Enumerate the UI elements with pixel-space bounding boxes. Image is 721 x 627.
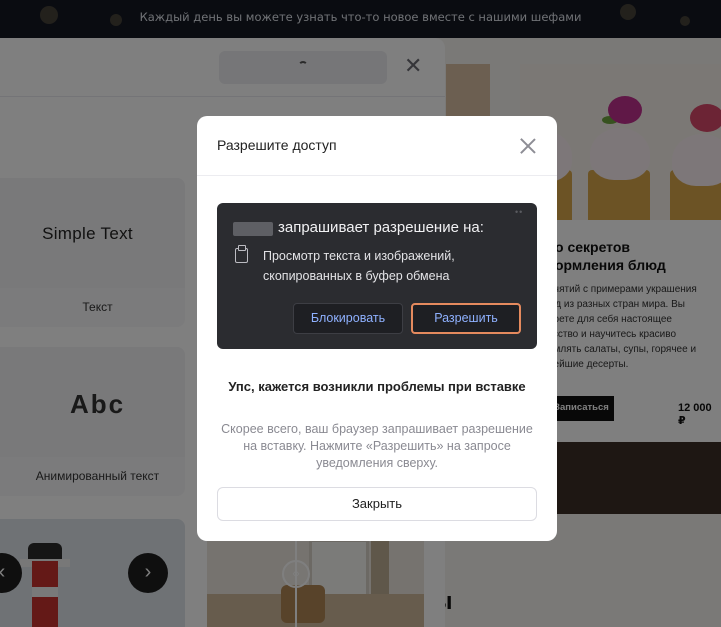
redacted-domain bbox=[233, 222, 273, 236]
allow-button[interactable]: Разрешить bbox=[411, 303, 521, 334]
block-button[interactable]: Блокировать bbox=[293, 303, 403, 334]
close-icon[interactable] bbox=[519, 137, 537, 155]
dialog-title: Разрешите доступ bbox=[217, 137, 337, 153]
more-icon: •• bbox=[515, 207, 524, 217]
clipboard-icon bbox=[235, 245, 248, 263]
divider bbox=[197, 175, 557, 176]
error-description: Скорее всего, ваш браузер запрашивает ра… bbox=[221, 422, 533, 470]
permission-dialog: Разрешите доступ •• запрашивает разрешен… bbox=[197, 116, 557, 541]
error-title: Упс, кажется возникли проблемы при встав… bbox=[228, 379, 526, 394]
permission-text-line-2: скопированных в буфер обмена bbox=[263, 269, 450, 283]
close-button[interactable]: Закрыть bbox=[217, 487, 537, 521]
browser-permission-prompt: •• запрашивает разрешение на: Просмотр т… bbox=[217, 203, 537, 349]
permission-heading: запрашивает разрешение на: bbox=[278, 219, 484, 236]
permission-text-line-1: Просмотр текста и изображений, bbox=[263, 249, 455, 263]
